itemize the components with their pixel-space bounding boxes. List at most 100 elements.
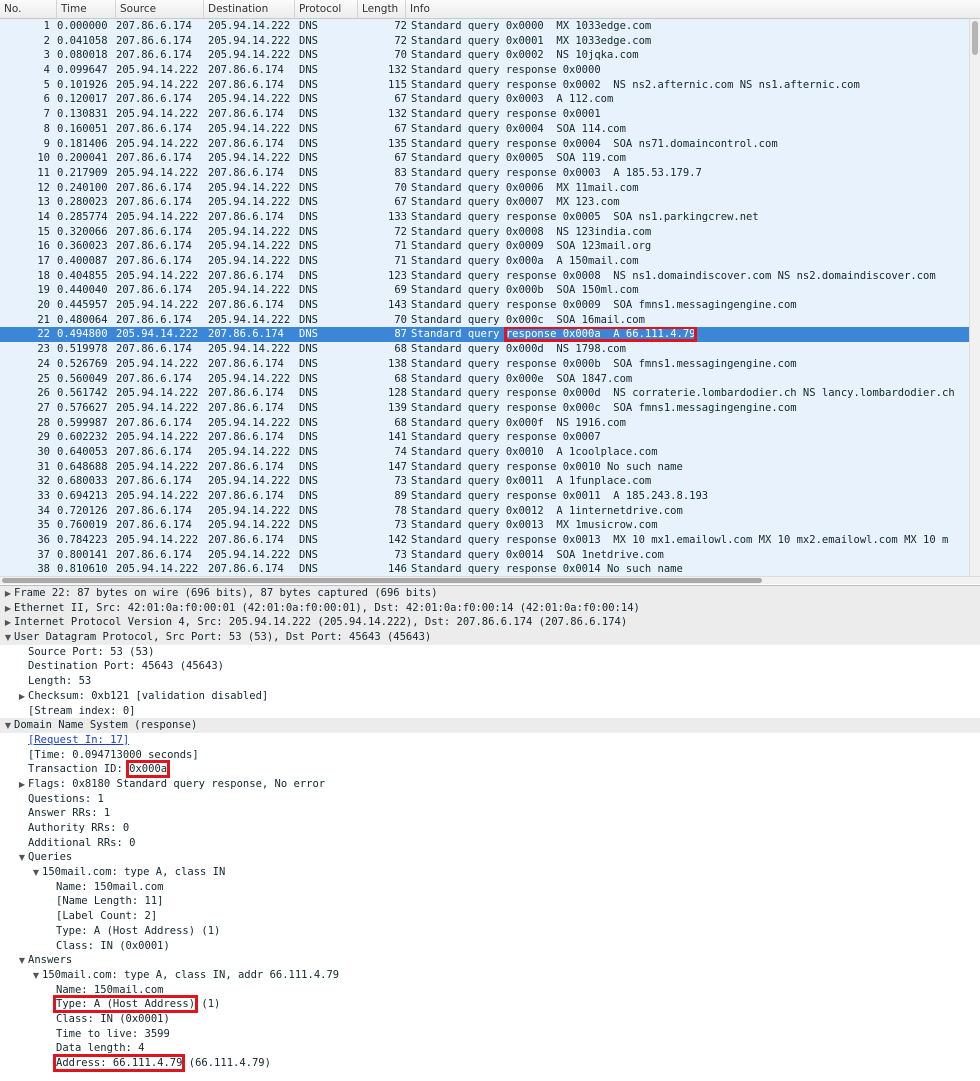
packet-row[interactable]: 7 0.130831 205.94.14.222 207.86.6.174 DNS 132…: [0, 107, 970, 122]
expanded-arrow-icon[interactable]: ▼: [2, 631, 14, 646]
packet-row[interactable]: 26 0.561742 205.94.14.222 207.86.6.174 DNS 12…: [0, 386, 970, 401]
expanded-arrow-icon[interactable]: ▼: [16, 954, 28, 969]
detail-row[interactable]: Source Port: 53 (53): [0, 645, 980, 660]
packet-row[interactable]: 1 0.000000 207.86.6.174 205.94.14.222 DNS 72 S…: [0, 19, 970, 34]
column-header-no[interactable]: No.: [0, 0, 57, 18]
packet-row[interactable]: 13 0.280023 207.86.6.174 205.94.14.222 DNS 67…: [0, 195, 970, 210]
packet-row[interactable]: 8 0.160051 207.86.6.174 205.94.14.222 DNS 67 S…: [0, 121, 970, 137]
detail-row[interactable]: ▼ Queries: [0, 850, 980, 865]
detail-row[interactable]: [Request In: 17]: [0, 733, 980, 748]
packet-row[interactable]: 24 0.526769 205.94.14.222 207.86.6.174 DNS 13…: [0, 356, 970, 372]
column-header-time[interactable]: Time: [57, 0, 116, 18]
detail-row[interactable]: ▼ 150mail.com: type A, class IN, addr 66.…: [0, 968, 980, 983]
detail-row[interactable]: Address: 66.111.4.79 (66.111.4.79): [0, 1054, 980, 1072]
packet-row[interactable]: 33 0.694213 205.94.14.222 207.86.6.174 DNS 89…: [0, 489, 970, 504]
packet-length: 67: [394, 93, 407, 106]
packet-row[interactable]: 19 0.440040 207.86.6.174 205.94.14.222 DNS 69…: [0, 283, 970, 299]
packet-list-horizontal-scrollbar[interactable]: [0, 576, 980, 584]
detail-row[interactable]: Authority RRs: 0: [0, 821, 980, 836]
column-header-protocol[interactable]: Protocol: [295, 0, 358, 18]
detail-row[interactable]: Length: 53: [0, 674, 980, 689]
vertical-scroll-thumb[interactable]: [972, 21, 978, 55]
packet-row[interactable]: 16 0.360023 207.86.6.174 205.94.14.222 DNS 71…: [0, 239, 970, 254]
expanded-arrow-icon[interactable]: ▼: [2, 719, 14, 734]
detail-row[interactable]: Answer RRs: 1: [0, 806, 980, 821]
packet-row[interactable]: 5 0.101926 205.94.14.222 207.86.6.174 DNS 115…: [0, 77, 970, 93]
packet-row[interactable]: 30 0.640053 207.86.6.174 205.94.14.222 DNS 74…: [0, 444, 970, 460]
packet-row[interactable]: 28 0.599987 207.86.6.174 205.94.14.222 DNS 68…: [0, 415, 970, 431]
detail-row[interactable]: Questions: 1: [0, 792, 980, 807]
packet-list-pane[interactable]: No. Time Source Destination Protocol Len…: [0, 0, 980, 584]
detail-row[interactable]: [Stream index: 0]: [0, 704, 980, 719]
detail-row[interactable]: Class: IN (0x0001): [0, 1012, 980, 1027]
detail-row[interactable]: Class: IN (0x0001): [0, 939, 980, 954]
collapsed-arrow-icon[interactable]: ▶: [2, 602, 14, 617]
packet-row[interactable]: 18 0.404855 205.94.14.222 207.86.6.174 DNS 12…: [0, 268, 970, 284]
detail-row[interactable]: ▼ Answers: [0, 953, 980, 968]
packet-row[interactable]: 15 0.320066 207.86.6.174 205.94.14.222 DNS 72…: [0, 224, 970, 240]
detail-row[interactable]: Type: A (Host Address) (1): [0, 924, 980, 939]
detail-row[interactable]: ▶ Checksum: 0xb121 [validation disabled]: [0, 689, 980, 704]
packet-time: 0.285774: [57, 210, 108, 223]
detail-row[interactable]: Additional RRs: 0: [0, 836, 980, 851]
detail-row[interactable]: [Time: 0.094713000 seconds]: [0, 748, 980, 763]
detail-row[interactable]: ▼ 150mail.com: type A, class IN: [0, 865, 980, 880]
detail-row[interactable]: [Name Length: 11]: [0, 894, 980, 909]
packet-row[interactable]: 36 0.784223 205.94.14.222 207.86.6.174 DNS 14…: [0, 533, 970, 548]
collapsed-arrow-icon[interactable]: ▶: [2, 616, 14, 631]
packet-row[interactable]: 21 0.480064 207.86.6.174 205.94.14.222 DNS 70…: [0, 312, 970, 328]
packet-row[interactable]: 9 0.181406 205.94.14.222 207.86.6.174 DNS 135…: [0, 136, 970, 152]
horizontal-scroll-thumb[interactable]: [2, 578, 762, 583]
packet-details-pane[interactable]: ▶ Frame 22: 87 bytes on wire (696 bits), …: [0, 585, 980, 1081]
packet-row[interactable]: 6 0.120017 207.86.6.174 205.94.14.222 DNS 67 S…: [0, 92, 970, 108]
collapsed-arrow-icon[interactable]: ▶: [16, 690, 28, 705]
detail-row[interactable]: ▶ Ethernet II, Src: 42:01:0a:f0:00:01 (42…: [0, 600, 980, 617]
packet-row[interactable]: 12 0.240100 207.86.6.174 205.94.14.222 DNS 70…: [0, 180, 970, 196]
detail-row[interactable]: Name: 150mail.com: [0, 880, 980, 895]
detail-row[interactable]: ▼ User Datagram Protocol, Src Port: 53 (5…: [0, 630, 980, 645]
expanded-arrow-icon[interactable]: ▼: [30, 866, 42, 881]
column-header-source[interactable]: Source: [116, 0, 204, 18]
column-header-info[interactable]: Info: [406, 0, 980, 18]
expanded-arrow-icon[interactable]: ▼: [16, 851, 28, 866]
expanded-arrow-icon[interactable]: ▼: [30, 969, 42, 984]
packet-row[interactable]: 29 0.602232 205.94.14.222 207.86.6.174 DNS 14…: [0, 430, 970, 445]
packet-time: 0.400087: [57, 255, 108, 267]
column-header-destination[interactable]: Destination: [204, 0, 295, 18]
detail-row[interactable]: ▶ Internet Protocol Version 4, Src: 205.9…: [0, 615, 980, 631]
packet-row[interactable]: 2 0.041058 207.86.6.174 205.94.14.222 DNS 72 S…: [0, 33, 970, 49]
packet-row[interactable]: 20 0.445957 205.94.14.222 207.86.6.174 DNS 14…: [0, 298, 970, 313]
detail-row[interactable]: Destination Port: 45643 (45643): [0, 659, 980, 674]
detail-row[interactable]: Transaction ID: 0x000a: [0, 760, 980, 779]
collapsed-arrow-icon[interactable]: ▶: [16, 778, 28, 793]
detail-row[interactable]: ▼ Domain Name System (response): [0, 718, 980, 733]
packet-row[interactable]: 27 0.576627 205.94.14.222 207.86.6.174 DNS 13…: [0, 400, 970, 416]
packet-row[interactable]: 38 0.810610 205.94.14.222 207.86.6.174 DNS 14…: [0, 562, 970, 576]
packet-row[interactable]: 31 0.648688 205.94.14.222 207.86.6.174 DNS 14…: [0, 459, 970, 475]
detail-row[interactable]: ▶ Flags: 0x8180 Standard query response, …: [0, 777, 980, 792]
detail-row[interactable]: Time to live: 3599: [0, 1027, 980, 1042]
packet-row[interactable]: 32 0.680033 207.86.6.174 205.94.14.222 DNS 73…: [0, 474, 970, 489]
column-header-length[interactable]: Length: [358, 0, 406, 18]
packet-row[interactable]: 14 0.285774 205.94.14.222 207.86.6.174 DNS 13…: [0, 209, 970, 225]
detail-row[interactable]: ▶ Frame 22: 87 bytes on wire (696 bits), …: [0, 586, 980, 601]
detail-row[interactable]: Type: A (Host Address) (1): [0, 995, 980, 1014]
request-in-link[interactable]: [Request In: 17]: [28, 734, 129, 746]
packet-list-vertical-scrollbar[interactable]: [969, 19, 980, 576]
packet-row[interactable]: 10 0.200041 207.86.6.174 205.94.14.222 DNS 67…: [0, 151, 970, 166]
packet-row[interactable]: 35 0.760019 207.86.6.174 205.94.14.222 DNS 73…: [0, 518, 970, 534]
packet-row[interactable]: 37 0.800141 207.86.6.174 205.94.14.222 DNS 73…: [0, 547, 970, 563]
detail-row[interactable]: Name: 150mail.com: [0, 983, 980, 998]
packet-protocol: DNS: [299, 299, 318, 312]
packet-row[interactable]: 4 0.099647 205.94.14.222 207.86.6.174 DNS 132…: [0, 63, 970, 78]
packet-row[interactable]: 34 0.720126 207.86.6.174 205.94.14.222 DNS 78…: [0, 503, 970, 519]
packet-row[interactable]: 23 0.519978 207.86.6.174 205.94.14.222 DNS 68…: [0, 342, 970, 357]
packet-row[interactable]: 3 0.080018 207.86.6.174 205.94.14.222 DNS 70 S…: [0, 48, 970, 64]
detail-row[interactable]: [Label Count: 2]: [0, 909, 980, 924]
packet-row-selected[interactable]: 22 0.494800 205.94.14.222 207.86.6.174 DNS 87…: [0, 327, 970, 343]
collapsed-arrow-icon[interactable]: ▶: [2, 587, 14, 602]
packet-row[interactable]: 25 0.560049 207.86.6.174 205.94.14.222 DNS 68…: [0, 371, 970, 387]
packet-row[interactable]: 11 0.217909 205.94.14.222 207.86.6.174 DNS 83…: [0, 165, 970, 181]
packet-row[interactable]: 17 0.400087 207.86.6.174 205.94.14.222 DNS 71…: [0, 254, 970, 269]
detail-row[interactable]: Data length: 4: [0, 1041, 980, 1056]
